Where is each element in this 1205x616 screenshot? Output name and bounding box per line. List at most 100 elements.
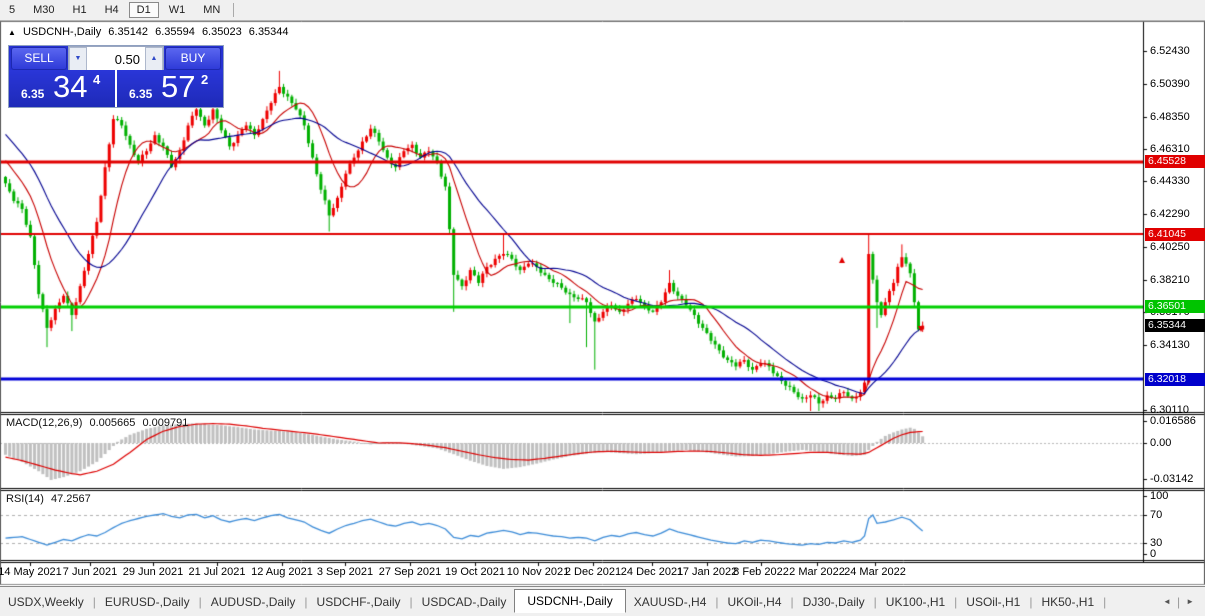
sell-price-sup: 4 (93, 72, 101, 87)
rsi-value: 47.2567 (50, 493, 91, 505)
sell-price-display[interactable]: 6.35 34 4 (9, 69, 117, 107)
macd-tick-label: 0.016586 (1150, 415, 1196, 427)
date-tick-label: 3 Sep 2021 (316, 566, 374, 578)
one-click-trade-panel: SELL ▼ ▲ BUY 6.35 34 4 6.35 57 2 (8, 45, 224, 108)
rsi-header: RSI(14) 47.2567 (6, 493, 91, 505)
timeframe-button-H4[interactable]: H4 (97, 2, 127, 18)
price-tick-label: 6.46310 (1150, 143, 1190, 156)
sell-button[interactable]: SELL (11, 47, 67, 70)
price-tick-label: 6.42290 (1150, 207, 1190, 220)
tabs-scroll-left-icon[interactable]: ◄ (1158, 595, 1176, 608)
date-tick-label: 17 Jan 2022 (676, 566, 738, 578)
tab-separator: | (409, 594, 413, 609)
buy-price-prefix: 6.35 (129, 87, 153, 101)
tab-scroll-controls: ◄ | ► (1158, 595, 1199, 609)
chart-title-bar: ▲ USDCNH-,Daily 6.35142 6.35594 6.35023 … (8, 26, 293, 38)
price-tick-label: 6.30110 (1150, 403, 1189, 416)
rsi-tick-label: 100 (1150, 490, 1169, 502)
rsi-title: RSI(14) (6, 493, 44, 505)
buy-price-display[interactable]: 6.35 57 2 (117, 69, 223, 107)
timeframe-button-D1[interactable]: D1 (128, 2, 159, 18)
date-tick-label: 24 Dec 2021 (620, 566, 684, 578)
timeframe-button-5[interactable]: 5 (1, 2, 23, 18)
ohlc-close: 6.35344 (248, 26, 289, 38)
price-level-label-6.35344: 6.35344 (1145, 319, 1205, 333)
macd-main-value: 0.005665 (89, 417, 136, 429)
price-tick-label: 6.52430 (1150, 45, 1190, 58)
sell-price-prefix: 6.35 (21, 87, 45, 101)
tab-separator: | (954, 594, 958, 609)
timeframe-button-M30[interactable]: M30 (25, 2, 62, 18)
timeframe-button-MN[interactable]: MN (195, 2, 228, 18)
tab-audusd-daily[interactable]: AUDUSD-,Daily (203, 591, 304, 613)
tab-usdx-weekly[interactable]: USDX,Weekly (0, 591, 92, 613)
tab-usdcad-daily[interactable]: USDCAD-,Daily (414, 591, 515, 613)
tab-eurusd-daily[interactable]: EURUSD-,Daily (97, 591, 198, 613)
tab-separator: | (1176, 594, 1181, 609)
macd-header: MACD(12,26,9) 0.005665 0.009791 (6, 417, 188, 429)
tab-usdcnh-daily[interactable]: USDCNH-,Daily (514, 589, 626, 613)
date-tick-label: 27 Sep 2021 (378, 566, 442, 578)
macd-signal-value: 0.009791 (142, 417, 189, 429)
tab-separator: | (790, 594, 794, 609)
date-tick-label: 10 Nov 2021 (506, 566, 570, 578)
date-tick-label: 7 Jun 2021 (62, 566, 118, 578)
tab-usdchf-daily[interactable]: USDCHF-,Daily (309, 591, 409, 613)
date-tick-label: 29 Jun 2021 (122, 566, 184, 578)
symbol-tab-bar: USDX,Weekly | EURUSD-,Daily | AUDUSD-,Daily |… (0, 586, 1205, 616)
macd-tick-label: -0.03142 (1150, 473, 1194, 485)
sell-price-big: 34 (53, 69, 88, 104)
ohlc-high: 6.35594 (155, 26, 195, 38)
volume-down-icon[interactable]: ▼ (69, 47, 87, 71)
chart-collapse-icon[interactable]: ▲ (8, 28, 16, 37)
volume-up-icon[interactable]: ▲ (145, 47, 163, 71)
date-tick-label: 2 Mar 2022 (789, 566, 845, 578)
trade-prices-row: 6.35 34 4 6.35 57 2 (9, 69, 223, 107)
timeframe-button-H1[interactable]: H1 (65, 2, 95, 18)
date-tick-label: 12 Aug 2021 (251, 566, 313, 578)
price-level-label-6.45528: 6.45528 (1145, 155, 1205, 169)
tab-separator: | (1029, 594, 1033, 609)
tab-hk50-h1[interactable]: HK50-,H1 (1033, 591, 1102, 613)
date-tick-label: 19 Oct 2021 (445, 566, 505, 578)
price-tick-label: 6.40250 (1150, 240, 1190, 253)
price-level-label-6.32018: 6.32018 (1145, 372, 1205, 386)
tabs-scroll-right-icon[interactable]: ► (1181, 595, 1199, 608)
rsi-tick-label: 0 (1150, 548, 1157, 560)
trade-controls-row: SELL ▼ ▲ BUY (9, 46, 223, 72)
rsi-tick-label: 70 (1150, 509, 1163, 521)
tab-usoil-h1[interactable]: USOil-,H1 (958, 591, 1028, 613)
tab-uk100-h1[interactable]: UK100-,H1 (878, 591, 953, 613)
tab-separator: | (92, 594, 96, 609)
tab-dj30-daily[interactable]: DJ30-,Daily (795, 591, 873, 613)
toolbar-separator (233, 3, 235, 17)
date-tick-label: 21 Jul 2021 (188, 566, 246, 578)
tab-xauusd-h4[interactable]: XAUUSD-,H4 (626, 591, 715, 613)
volume-input[interactable] (87, 47, 145, 71)
macd-tick-label: 0.00 (1150, 437, 1172, 449)
price-tick-label: 6.50390 (1150, 77, 1190, 90)
price-level-label-6.36501: 6.36501 (1145, 300, 1205, 314)
chart-symbol-title: USDCNH-,Daily (22, 26, 102, 38)
buy-price-big: 57 (161, 69, 196, 104)
tab-separator: | (304, 594, 308, 609)
price-tick-label: 6.34130 (1150, 339, 1190, 352)
price-tick-label: 6.44330 (1150, 175, 1190, 188)
timeframe-toolbar: 5 M30 H1 H4 D1 W1 MN (0, 0, 1205, 21)
timeframe-button-W1[interactable]: W1 (161, 2, 194, 18)
date-tick-label: 8 Feb 2022 (733, 566, 789, 578)
chart-window: ▲ USDCNH-,Daily 6.35142 6.35594 6.35 0 2 3 … (0, 21, 1205, 586)
buy-button[interactable]: BUY (165, 47, 221, 70)
date-tick-label: 2 Dec 2021 (564, 566, 622, 578)
macd-title: MACD(12,26,9) (6, 417, 83, 429)
tab-separator: | (873, 594, 877, 609)
ohlc-low: 6.35023 (201, 26, 242, 38)
price-tick-label: 6.48350 (1150, 110, 1190, 123)
tab-separator: | (1103, 594, 1107, 609)
buy-price-sup: 2 (201, 72, 209, 87)
price-level-label-6.41045: 6.41045 (1145, 227, 1205, 241)
tab-ukoil-h4[interactable]: UKOil-,H4 (720, 591, 790, 613)
trading-terminal: { "toolbar": { "items": [ {"label": "5",… (0, 0, 1205, 616)
tab-separator: | (715, 594, 719, 609)
price-tick-label: 6.38210 (1150, 273, 1190, 286)
